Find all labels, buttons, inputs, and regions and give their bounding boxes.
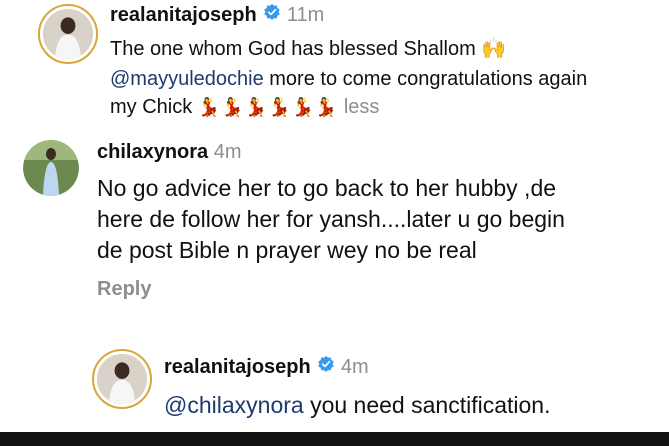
avatar-image [97, 354, 147, 404]
avatar-image [23, 140, 79, 196]
comment-text-line: my Chick [110, 96, 193, 118]
mention-link[interactable]: @mayyuledochie [110, 68, 264, 90]
comment-username[interactable]: chilaxynora [97, 141, 208, 163]
raising-hands-emoji-icon: 🙌 [481, 38, 507, 60]
comment-username[interactable]: realanitajoseph [164, 356, 311, 378]
comment-text-line: more to come congratulations again [263, 68, 588, 90]
mention-link[interactable]: @chilaxynora [164, 392, 304, 418]
comment-time: 4m [213, 141, 242, 163]
comment-time: 11m [286, 4, 325, 26]
comment-1: realanitajoseph 11m The one whom God has… [0, 0, 669, 125]
comment-text-line: de post Bible n prayer wey no be real [97, 237, 477, 263]
comment-text-line: No go advice her to go back to her hubby… [97, 175, 557, 201]
comment-text-line: here de follow her for yansh....later u … [97, 206, 565, 232]
comment-2: chilaxynora 4m No go advice her to go ba… [0, 130, 669, 310]
comment-time: 4m [340, 356, 369, 378]
reply-button[interactable]: Reply [97, 276, 151, 302]
avatar-image [43, 9, 93, 59]
dancer-emoji-icon: 💃💃💃💃💃💃 [197, 97, 339, 117]
verified-badge-icon [317, 354, 335, 381]
verified-badge-icon [263, 2, 281, 29]
bottom-bar [0, 432, 669, 446]
comment-text-line: The one whom God has blessed Shallom [110, 38, 476, 60]
avatar[interactable] [92, 349, 152, 409]
comment-3: realanitajoseph 4m @chilaxynora you need… [0, 345, 669, 435]
avatar[interactable] [23, 140, 79, 196]
avatar[interactable] [38, 4, 98, 64]
comment-username[interactable]: realanitajoseph [110, 4, 257, 26]
less-link[interactable]: less [344, 96, 380, 118]
comment-text-line: you need sanctification. [303, 392, 551, 418]
